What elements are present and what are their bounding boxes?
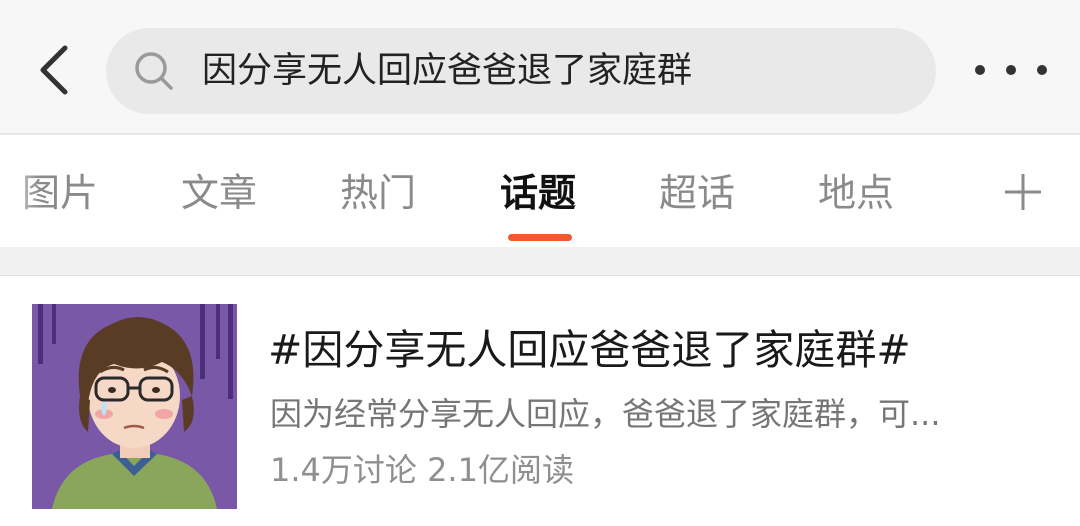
topic-description: 因为经常分享无人回应，爸爸退了家庭群，可... (270, 395, 941, 433)
search-category-tabs: 图片 文章 热门 话题 超话 地点 (0, 135, 1080, 247)
tab-hot[interactable]: 热门 (340, 135, 416, 247)
search-query-text[interactable]: 因分享无人回应爸爸退了家庭群 (202, 28, 692, 114)
active-tab-indicator (508, 234, 572, 241)
search-icon (135, 52, 173, 90)
back-chevron-icon (40, 45, 68, 95)
plus-icon[interactable] (1002, 171, 1044, 213)
more-options-button[interactable] (975, 52, 1047, 88)
topic-result-item[interactable]: #因分享无人回应爸爸退了家庭群# 因为经常分享无人回应，爸爸退了家庭群，可...… (0, 276, 1080, 526)
tab-locations[interactable]: 地点 (818, 135, 894, 247)
tab-images[interactable]: 图片 (22, 135, 98, 247)
back-button[interactable] (28, 40, 78, 100)
tab-topics[interactable]: 话题 (500, 135, 576, 247)
more-dots-icon (975, 65, 985, 75)
section-divider (0, 247, 1080, 276)
search-input[interactable]: 因分享无人回应爸爸退了家庭群 (106, 28, 936, 114)
tab-super-topics[interactable]: 超话 (659, 135, 735, 247)
topic-thumbnail-image (32, 304, 237, 509)
tab-articles[interactable]: 文章 (181, 135, 257, 247)
topic-stats: 1.4万讨论 2.1亿阅读 (270, 451, 574, 489)
top-navigation-bar: 因分享无人回应爸爸退了家庭群 (0, 0, 1080, 135)
topic-title[interactable]: #因分享无人回应爸爸退了家庭群# (268, 324, 911, 376)
